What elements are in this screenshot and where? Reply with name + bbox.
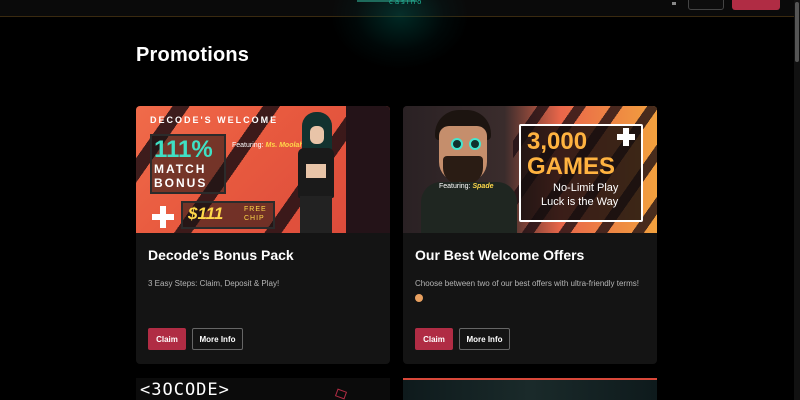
bonus-percent: 111% — [154, 136, 213, 163]
join-button[interactable] — [732, 0, 780, 10]
promo-card-partial[interactable]: <3OCODE> — [136, 378, 390, 400]
user-icon[interactable] — [672, 2, 676, 5]
claim-button[interactable]: Claim — [415, 328, 453, 350]
more-info-button[interactable]: More Info — [192, 328, 243, 350]
character-illustration — [288, 112, 344, 233]
dice-icon — [334, 388, 348, 400]
banner-dark-panel — [346, 106, 390, 233]
featuring-label: Featuring: — [439, 183, 471, 190]
page-title: Promotions — [136, 44, 250, 66]
banner-logo-text: <3OCODE> — [140, 380, 230, 400]
promo-description: 3 Easy Steps: Claim, Deposit & Play! — [148, 279, 280, 288]
scrollbar-thumb[interactable] — [795, 2, 799, 62]
promo-banner-image[interactable]: Featuring: Spade 3,000 GAMES No-Limit Pl… — [403, 106, 657, 233]
logo-subtitle: casino — [389, 0, 424, 6]
banner-accent-line — [403, 378, 657, 380]
games-count: 3,000 — [527, 128, 588, 155]
site-logo[interactable]: casino — [357, 0, 437, 12]
promo-card: Featuring: Spade 3,000 GAMES No-Limit Pl… — [403, 106, 657, 364]
featuring-text: Featuring: Spade — [439, 183, 494, 190]
promo-banner-image[interactable]: DECODE'S WELCOME 111% MATCH BONUS Featur… — [136, 106, 390, 233]
promo-card: DECODE'S WELCOME 111% MATCH BONUS Featur… — [136, 106, 390, 364]
banner-tagline-1: No-Limit Play — [553, 182, 619, 194]
featuring-name: Spade — [472, 183, 494, 190]
smiley-icon — [415, 293, 423, 302]
chip-label: FREE CHIP — [244, 206, 267, 222]
featuring-label: Featuring: — [232, 142, 264, 149]
site-header: casino — [0, 0, 800, 70]
promo-card-partial[interactable] — [403, 378, 657, 400]
banner-heading: DECODE'S WELCOME — [150, 115, 279, 125]
character-illustration — [421, 110, 517, 233]
games-label: GAMES — [527, 153, 616, 180]
login-button[interactable] — [688, 0, 724, 10]
more-info-button[interactable]: More Info — [459, 328, 510, 350]
bonus-bonus-text: BONUS — [154, 176, 208, 190]
bonus-match-text: MATCH — [154, 162, 207, 176]
promo-description-text: Choose between two of our best offers wi… — [415, 279, 639, 288]
plus-icon — [617, 128, 635, 146]
claim-button[interactable]: Claim — [148, 328, 186, 350]
plus-icon — [152, 206, 174, 228]
promo-description: Choose between two of our best offers wi… — [415, 277, 645, 303]
promo-title: Decode's Bonus Pack — [148, 247, 294, 263]
promo-title: Our Best Welcome Offers — [415, 247, 585, 263]
chip-amount: $111 — [188, 204, 224, 223]
banner-tagline-2: Luck is the Way — [541, 196, 619, 208]
